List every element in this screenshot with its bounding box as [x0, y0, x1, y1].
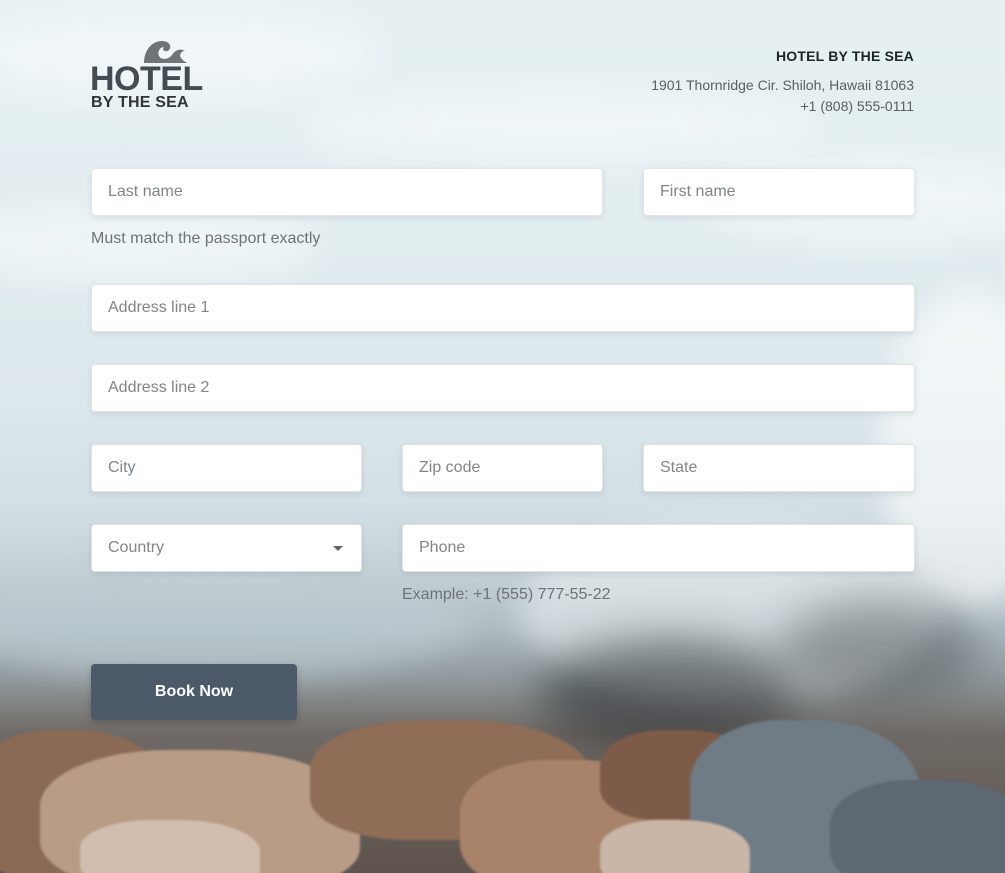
city-input[interactable] [91, 444, 362, 492]
zip-code-input[interactable] [402, 444, 603, 492]
first-name-input[interactable] [643, 168, 915, 216]
logo-wordmark: HOTEL [90, 60, 203, 98]
hotel-phone[interactable]: +1 (808) 555-0111 [651, 96, 914, 117]
last-name-input[interactable] [91, 168, 603, 216]
address-line-1-input[interactable] [91, 284, 915, 332]
hotel-contact: HOTEL BY THE SEA 1901 Thornridge Cir. Sh… [651, 46, 914, 117]
hotel-address: 1901 Thornridge Cir. Shiloh, Hawaii 8106… [651, 77, 914, 93]
chevron-down-icon [333, 545, 343, 551]
hotel-logo[interactable]: HOTEL BY THE SEA [90, 38, 210, 116]
country-select[interactable]: Country [91, 524, 362, 572]
state-input[interactable] [643, 444, 915, 492]
country-select-label: Country [108, 539, 165, 556]
booking-page: HOTEL BY THE SEA HOTEL BY THE SEA 1901 T… [0, 0, 1005, 873]
hotel-name: HOTEL BY THE SEA [775, 48, 914, 64]
name-hint: Must match the passport exactly [91, 230, 321, 247]
book-now-button[interactable]: Book Now [91, 664, 297, 720]
address-line-2-input[interactable] [91, 364, 915, 412]
phone-hint: Example: +1 (555) 777-55-22 [402, 586, 611, 603]
phone-input[interactable] [402, 524, 915, 572]
logo-tagline: BY THE SEA [91, 94, 189, 111]
